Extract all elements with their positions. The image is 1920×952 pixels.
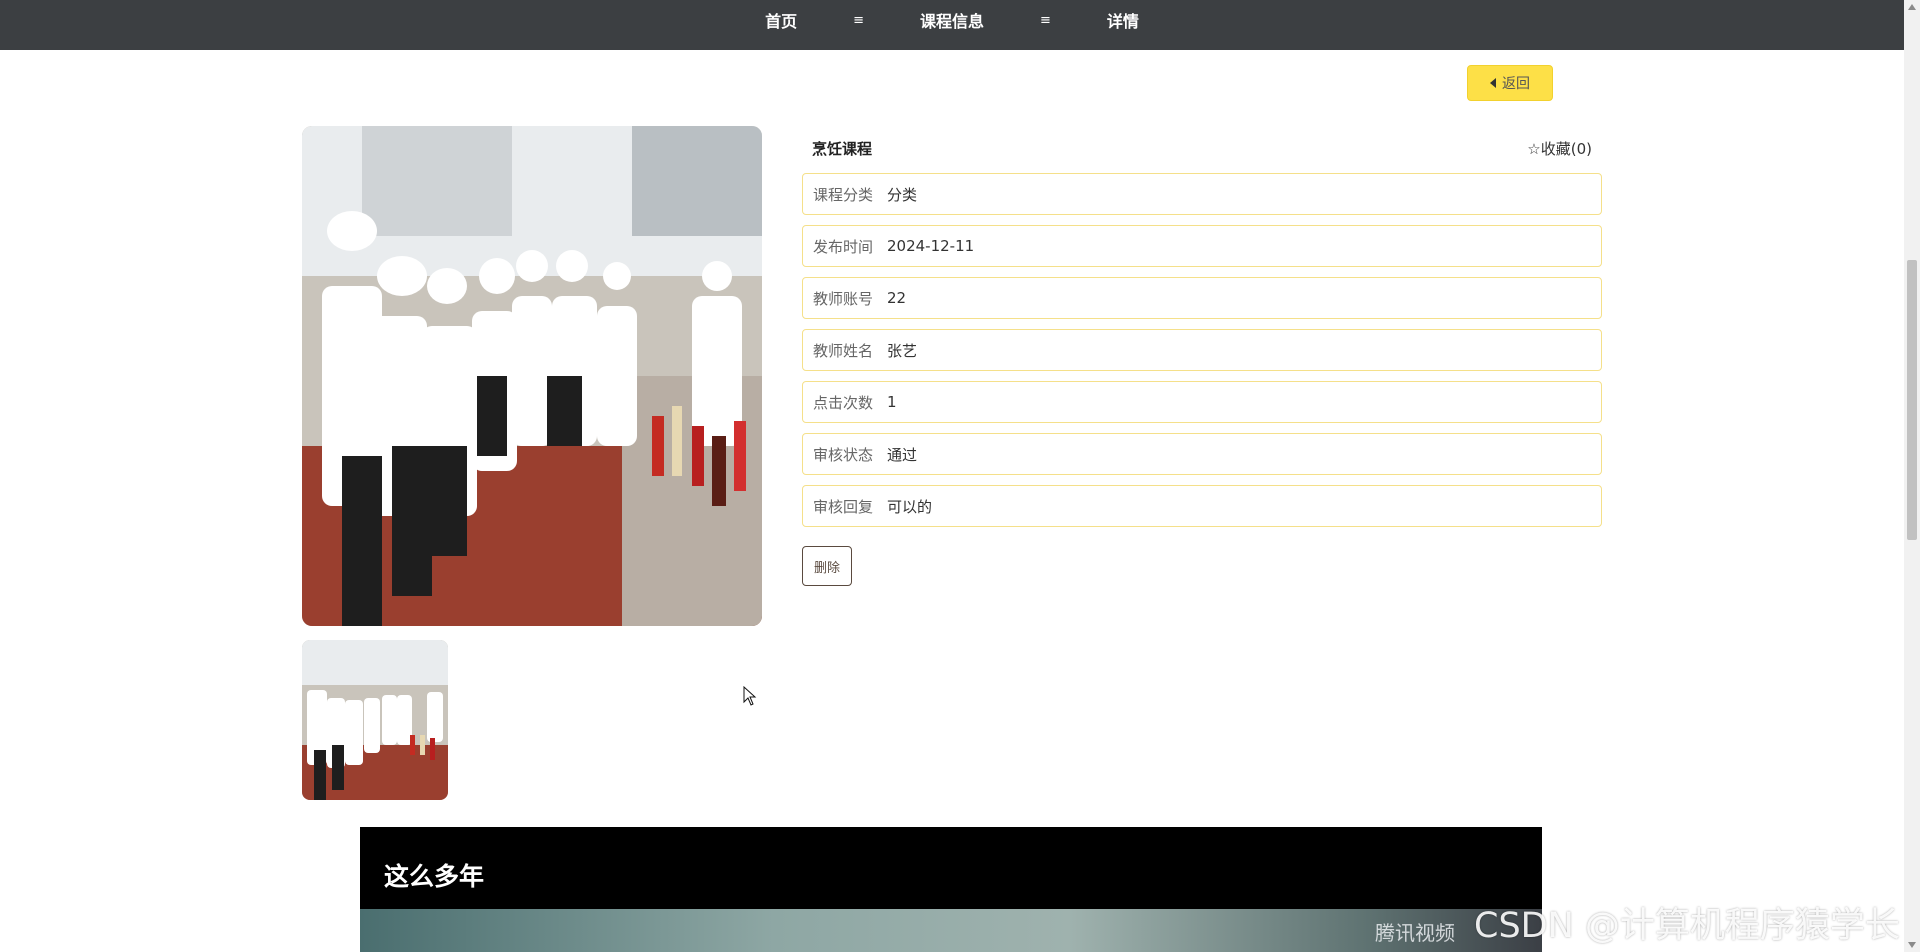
info-row-teacher-account: 教师账号 22 xyxy=(802,277,1602,319)
info-label: 教师姓名 xyxy=(813,341,874,360)
breadcrumb-home[interactable]: 首页 xyxy=(765,8,797,32)
info-value: 张艺 xyxy=(887,341,918,360)
breadcrumb-separator: ≡ xyxy=(853,12,864,28)
top-nav-bar: 首页 ≡ 课程信息 ≡ 详情 xyxy=(0,0,1904,50)
info-row-publish-time: 发布时间 2024-12-11 xyxy=(802,225,1602,267)
breadcrumb-courses[interactable]: 课程信息 xyxy=(920,8,984,32)
info-label: 课程分类 xyxy=(813,185,874,204)
delete-button[interactable]: 删除 xyxy=(802,546,852,586)
info-row-teacher-name: 教师姓名 张艺 xyxy=(802,329,1602,371)
scroll-down-icon[interactable] xyxy=(1908,942,1916,948)
info-value: 22 xyxy=(887,289,907,307)
course-main-image xyxy=(302,126,762,626)
scroll-up-icon[interactable] xyxy=(1908,4,1916,10)
cooking-class-photo xyxy=(302,126,762,626)
video-frame xyxy=(360,909,1542,952)
watermark: CSDN @计算机程序猿学长 xyxy=(1474,906,1900,946)
info-row-review-status: 审核状态 通过 xyxy=(802,433,1602,475)
info-value: 分类 xyxy=(887,185,918,204)
info-label: 点击次数 xyxy=(813,393,874,412)
video-player[interactable]: 这么多年 腾讯视频 xyxy=(360,827,1542,952)
course-title: 烹饪课程 xyxy=(812,140,873,158)
info-row-review-reply: 审核回复 可以的 xyxy=(802,485,1602,527)
cooking-class-thumbnail xyxy=(302,640,448,800)
course-thumbnail[interactable] xyxy=(302,640,448,800)
info-label: 教师账号 xyxy=(813,289,874,308)
breadcrumb-detail[interactable]: 详情 xyxy=(1107,8,1139,32)
info-row-click-count: 点击次数 1 xyxy=(802,381,1602,423)
info-value: 通过 xyxy=(887,445,918,464)
info-label: 审核回复 xyxy=(813,497,874,516)
info-row-category: 课程分类 分类 xyxy=(802,173,1602,215)
breadcrumb: 首页 ≡ 课程信息 ≡ 详情 xyxy=(0,0,1904,40)
back-button[interactable]: 返回 xyxy=(1467,65,1553,101)
video-title: 这么多年 xyxy=(384,862,485,891)
caret-left-icon xyxy=(1490,78,1496,88)
video-logo: 腾讯视频 xyxy=(1375,921,1455,945)
breadcrumb-separator: ≡ xyxy=(1040,12,1051,28)
favorite-button[interactable]: ☆收藏(0) xyxy=(1527,138,1592,159)
info-label: 发布时间 xyxy=(813,237,874,256)
vertical-scrollbar[interactable] xyxy=(1904,0,1920,952)
mouse-pointer-icon xyxy=(743,686,757,706)
course-title-row: 烹饪课程 ☆收藏(0) xyxy=(802,138,1602,158)
info-label: 审核状态 xyxy=(813,445,874,464)
back-button-label: 返回 xyxy=(1502,76,1530,92)
info-value: 可以的 xyxy=(887,497,933,516)
scrollbar-thumb[interactable] xyxy=(1907,260,1917,540)
info-value: 1 xyxy=(887,393,897,411)
info-value: 2024-12-11 xyxy=(887,237,975,255)
